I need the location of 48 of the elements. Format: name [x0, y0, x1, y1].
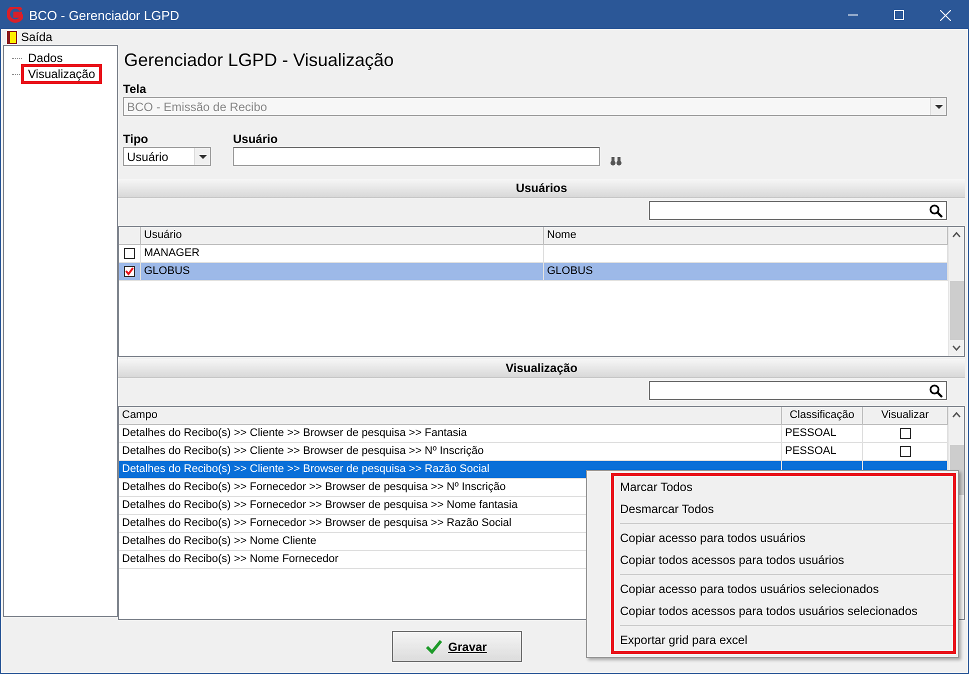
door-icon — [7, 30, 17, 44]
maximize-icon — [894, 10, 904, 20]
checkbox[interactable] — [124, 266, 135, 277]
window-title: BCO - Gerenciador LGPD — [29, 8, 180, 22]
checkbox[interactable] — [900, 446, 910, 457]
column-header[interactable]: Usuário — [141, 227, 544, 244]
tick-icon — [125, 267, 134, 276]
search-icon — [929, 384, 943, 398]
table-cell: Detalhes do Recibo(s) >> Cliente >> Browser de pesquisa >> Nº Inscrição — [119, 443, 782, 460]
field-row[interactable]: Detalhes do Recibo(s) >> Cliente >> Browser de pesquisa >> Fantasia PESSOAL — [119, 425, 948, 443]
field-row[interactable]: Detalhes do Recibo(s) >> Cliente >> Browser de pesquisa >> Nº Inscrição PESSOAL — [119, 443, 948, 461]
close-icon — [940, 10, 950, 20]
save-button[interactable]: Gravar — [392, 631, 522, 662]
user-row[interactable]: GLOBUS GLOBUS — [119, 263, 948, 281]
context-menu-item[interactable]: Copiar todos acessos para todos usuários selecionados — [620, 600, 953, 622]
section-header: Visualização — [118, 359, 965, 378]
table-cell: Detalhes do Recibo(s) >> Cliente >> Browser de pesquisa >> Fantasia — [119, 425, 782, 442]
column-header[interactable]: Classificação — [782, 407, 863, 424]
checkbox[interactable] — [124, 248, 135, 259]
context-menu-item[interactable]: Exportar grid para excel — [620, 629, 953, 651]
table-cell: GLOBUS — [141, 263, 544, 280]
context-menu-item[interactable]: Copiar acesso para todos usuários selecionados — [620, 578, 953, 600]
user-row[interactable]: MANAGER — [119, 245, 948, 263]
type-select[interactable]: Usuário — [123, 147, 211, 166]
scroll-thumb[interactable] — [950, 280, 964, 340]
tree-item[interactable]: Visualização — [21, 64, 102, 84]
table-cell: PESSOAL — [782, 443, 863, 460]
search-field[interactable] — [649, 381, 947, 400]
check-icon — [426, 640, 442, 654]
scrollbar[interactable] — [948, 227, 964, 356]
search-field[interactable] — [649, 201, 947, 220]
column-header[interactable]: Campo — [119, 407, 782, 424]
field-label: Tela — [123, 82, 148, 97]
search-icon — [929, 204, 943, 218]
caret-icon — [934, 104, 942, 108]
exit-menu-item[interactable]: Saída — [5, 30, 54, 44]
field-label: Usuário — [233, 132, 279, 147]
checkbox[interactable] — [900, 428, 910, 439]
app-logo-icon — [7, 7, 23, 23]
caret-icon — [198, 154, 206, 158]
section-header: Usuários — [118, 179, 965, 198]
user-input[interactable] — [233, 147, 600, 166]
minimize-icon — [848, 14, 858, 16]
table-cell: MANAGER — [141, 245, 544, 262]
field-label: Tipo — [123, 132, 150, 147]
page-heading: Gerenciador LGPD - Visualização — [123, 49, 395, 72]
binoculars-icon[interactable] — [610, 156, 622, 166]
table-cell: PESSOAL — [782, 425, 863, 442]
